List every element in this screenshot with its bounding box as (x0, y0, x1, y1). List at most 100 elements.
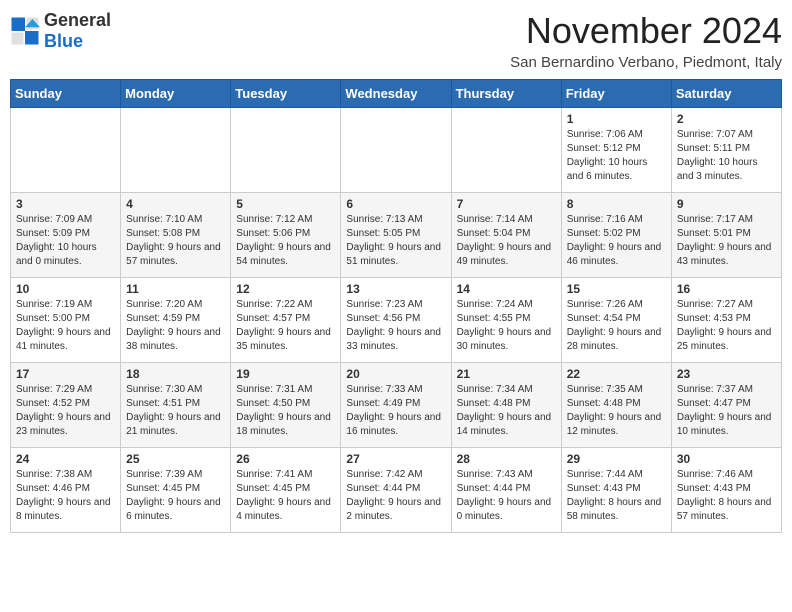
day-info: Sunrise: 7:12 AM Sunset: 5:06 PM Dayligh… (236, 213, 335, 269)
calendar-cell: 4Sunrise: 7:10 AM Sunset: 5:08 PM Daylig… (121, 193, 231, 278)
day-number: 2 (677, 112, 776, 126)
calendar-cell: 30Sunrise: 7:46 AM Sunset: 4:43 PM Dayli… (671, 448, 781, 533)
calendar-cell: 11 Sunrise: 7:20 AM Sunset: 4:59 PM Dayli… (121, 278, 231, 363)
day-number: 19 (236, 367, 335, 381)
location-title: San Bernardino Verbano, Piedmont, Italy (510, 54, 782, 71)
day-number: 21 (457, 367, 556, 381)
day-info: Sunrise: 7:24 AM Sunset: 4:55 PM Dayligh… (457, 298, 556, 354)
day-info: Sunrise: 7:41 AM Sunset: 4:45 PM Dayligh… (236, 468, 335, 524)
day-info: Sunrise: 7:42 AM Sunset: 4:44 PM Dayligh… (346, 468, 445, 524)
calendar-cell (451, 108, 561, 193)
title-area: November 2024 San Bernardino Verbano, Pi… (510, 10, 782, 71)
calendar-cell: 3 Sunrise: 7:09 AM Sunset: 5:09 PM Daylig… (11, 193, 121, 278)
day-number: 29 (567, 452, 666, 466)
calendar-cell: 28 Sunrise: 7:43 AM Sunset: 4:44 PM Dayli… (451, 448, 561, 533)
day-number: 6 (346, 197, 445, 211)
weekday-header-wednesday: Wednesday (341, 80, 451, 108)
day-number: 3 (16, 197, 115, 211)
calendar-cell (231, 108, 341, 193)
calendar-cell (121, 108, 231, 193)
calendar-cell: 15 Sunrise: 7:26 AM Sunset: 4:54 PM Dayli… (561, 278, 671, 363)
calendar-row: 3 Sunrise: 7:09 AM Sunset: 5:09 PM Daylig… (11, 193, 782, 278)
day-info: Sunrise: 7:33 AM Sunset: 4:49 PM Dayligh… (346, 383, 445, 439)
calendar-cell: 26 Sunrise: 7:41 AM Sunset: 4:45 PM Dayli… (231, 448, 341, 533)
day-number: 27 (346, 452, 445, 466)
calendar-cell: 20 Sunrise: 7:33 AM Sunset: 4:49 PM Dayli… (341, 363, 451, 448)
day-number: 25 (126, 452, 225, 466)
calendar-cell: 13 Sunrise: 7:23 AM Sunset: 4:56 PM Dayli… (341, 278, 451, 363)
calendar-row: 24 Sunrise: 7:38 AM Sunset: 4:46 PM Dayli… (11, 448, 782, 533)
calendar-cell: 14 Sunrise: 7:24 AM Sunset: 4:55 PM Dayli… (451, 278, 561, 363)
calendar-cell: 7 Sunrise: 7:14 AM Sunset: 5:04 PM Daylig… (451, 193, 561, 278)
day-info: Sunrise: 7:43 AM Sunset: 4:44 PM Dayligh… (457, 468, 556, 524)
day-info: Sunrise: 7:27 AM Sunset: 4:53 PM Dayligh… (677, 298, 776, 354)
weekday-header-friday: Friday (561, 80, 671, 108)
calendar-cell: 29 Sunrise: 7:44 AM Sunset: 4:43 PM Dayli… (561, 448, 671, 533)
day-info: Sunrise: 7:09 AM Sunset: 5:09 PM Dayligh… (16, 213, 115, 269)
calendar-cell (11, 108, 121, 193)
calendar-row: 1 Sunrise: 7:06 AM Sunset: 5:12 PM Daylig… (11, 108, 782, 193)
day-number: 16 (677, 282, 776, 296)
calendar-cell: 27 Sunrise: 7:42 AM Sunset: 4:44 PM Dayli… (341, 448, 451, 533)
day-number: 17 (16, 367, 115, 381)
calendar-cell: 24 Sunrise: 7:38 AM Sunset: 4:46 PM Dayli… (11, 448, 121, 533)
calendar-cell: 2Sunrise: 7:07 AM Sunset: 5:11 PM Daylig… (671, 108, 781, 193)
day-number: 4 (126, 197, 225, 211)
day-number: 7 (457, 197, 556, 211)
calendar-cell: 22Sunrise: 7:35 AM Sunset: 4:48 PM Dayli… (561, 363, 671, 448)
calendar-cell: 10 Sunrise: 7:19 AM Sunset: 5:00 PM Dayli… (11, 278, 121, 363)
weekday-header-saturday: Saturday (671, 80, 781, 108)
day-number: 24 (16, 452, 115, 466)
day-info: Sunrise: 7:38 AM Sunset: 4:46 PM Dayligh… (16, 468, 115, 524)
day-number: 26 (236, 452, 335, 466)
logo-blue: Blue (44, 31, 83, 51)
weekday-header-row: SundayMondayTuesdayWednesdayThursdayFrid… (11, 80, 782, 108)
day-info: Sunrise: 7:23 AM Sunset: 4:56 PM Dayligh… (346, 298, 445, 354)
day-number: 18 (126, 367, 225, 381)
calendar-cell: 9Sunrise: 7:17 AM Sunset: 5:01 PM Daylig… (671, 193, 781, 278)
day-info: Sunrise: 7:35 AM Sunset: 4:48 PM Dayligh… (567, 383, 666, 439)
logo-text: General Blue (44, 10, 111, 52)
day-info: Sunrise: 7:14 AM Sunset: 5:04 PM Dayligh… (457, 213, 556, 269)
calendar-cell: 21 Sunrise: 7:34 AM Sunset: 4:48 PM Dayli… (451, 363, 561, 448)
day-info: Sunrise: 7:34 AM Sunset: 4:48 PM Dayligh… (457, 383, 556, 439)
day-number: 23 (677, 367, 776, 381)
calendar-cell: 6Sunrise: 7:13 AM Sunset: 5:05 PM Daylig… (341, 193, 451, 278)
day-number: 20 (346, 367, 445, 381)
calendar-cell: 17 Sunrise: 7:29 AM Sunset: 4:52 PM Dayli… (11, 363, 121, 448)
day-info: Sunrise: 7:26 AM Sunset: 4:54 PM Dayligh… (567, 298, 666, 354)
day-number: 10 (16, 282, 115, 296)
weekday-header-monday: Monday (121, 80, 231, 108)
day-info: Sunrise: 7:06 AM Sunset: 5:12 PM Dayligh… (567, 128, 666, 184)
calendar-cell: 8Sunrise: 7:16 AM Sunset: 5:02 PM Daylig… (561, 193, 671, 278)
calendar-cell: 1 Sunrise: 7:06 AM Sunset: 5:12 PM Daylig… (561, 108, 671, 193)
calendar-cell: 23Sunrise: 7:37 AM Sunset: 4:47 PM Dayli… (671, 363, 781, 448)
day-info: Sunrise: 7:31 AM Sunset: 4:50 PM Dayligh… (236, 383, 335, 439)
day-info: Sunrise: 7:46 AM Sunset: 4:43 PM Dayligh… (677, 468, 776, 524)
calendar-cell: 16 Sunrise: 7:27 AM Sunset: 4:53 PM Dayli… (671, 278, 781, 363)
day-number: 11 (126, 282, 225, 296)
day-info: Sunrise: 7:29 AM Sunset: 4:52 PM Dayligh… (16, 383, 115, 439)
calendar-body: 1 Sunrise: 7:06 AM Sunset: 5:12 PM Daylig… (11, 108, 782, 533)
weekday-header-thursday: Thursday (451, 80, 561, 108)
day-info: Sunrise: 7:20 AM Sunset: 4:59 PM Dayligh… (126, 298, 225, 354)
day-info: Sunrise: 7:19 AM Sunset: 5:00 PM Dayligh… (16, 298, 115, 354)
calendar-cell (341, 108, 451, 193)
logo-icon (10, 16, 40, 46)
month-title: November 2024 (510, 10, 782, 52)
calendar-cell: 25 Sunrise: 7:39 AM Sunset: 4:45 PM Dayli… (121, 448, 231, 533)
logo: General Blue (10, 10, 111, 52)
calendar-row: 17 Sunrise: 7:29 AM Sunset: 4:52 PM Dayli… (11, 363, 782, 448)
day-number: 15 (567, 282, 666, 296)
logo-general: General (44, 10, 111, 30)
weekday-header-sunday: Sunday (11, 80, 121, 108)
day-number: 1 (567, 112, 666, 126)
day-info: Sunrise: 7:39 AM Sunset: 4:45 PM Dayligh… (126, 468, 225, 524)
calendar-cell: 19 Sunrise: 7:31 AM Sunset: 4:50 PM Dayli… (231, 363, 341, 448)
day-number: 13 (346, 282, 445, 296)
day-info: Sunrise: 7:30 AM Sunset: 4:51 PM Dayligh… (126, 383, 225, 439)
day-info: Sunrise: 7:44 AM Sunset: 4:43 PM Dayligh… (567, 468, 666, 524)
day-number: 14 (457, 282, 556, 296)
day-number: 12 (236, 282, 335, 296)
day-number: 28 (457, 452, 556, 466)
